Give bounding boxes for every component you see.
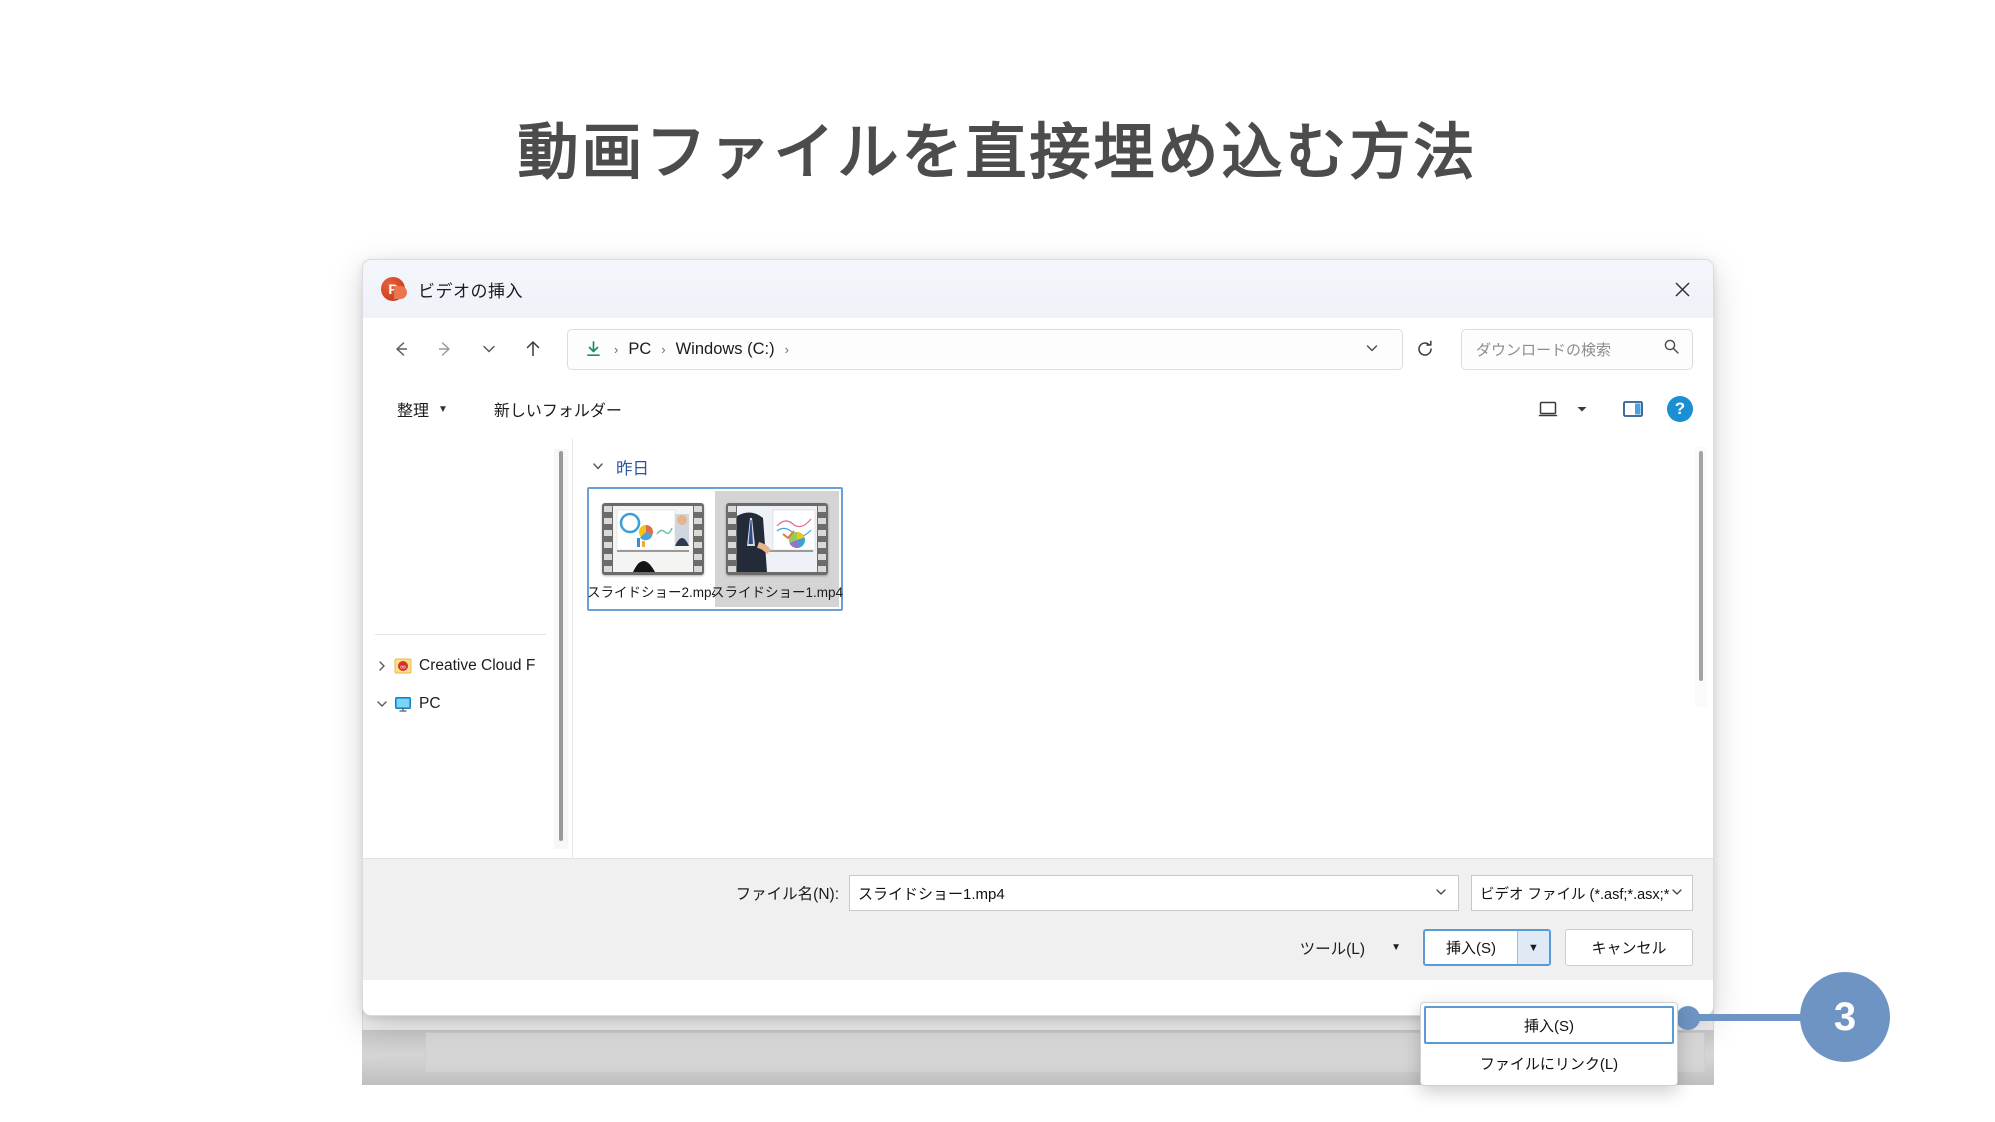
step-number-badge: 3	[1800, 972, 1890, 1062]
navigation-bar: › PC › Windows (C:) › ダウンロードの検索	[363, 318, 1713, 380]
cancel-button[interactable]: キャンセル	[1565, 929, 1693, 966]
menu-item-insert[interactable]: 挿入(S)	[1424, 1006, 1674, 1044]
preview-pane-icon[interactable]	[1613, 392, 1653, 426]
chevron-down-icon[interactable]	[371, 698, 393, 710]
file-group-header[interactable]: 昨日	[585, 455, 1713, 479]
breadcrumb-separator: ›	[661, 341, 666, 357]
breadcrumb-separator: ›	[784, 341, 789, 357]
chevron-down-icon: ▼	[1391, 942, 1401, 953]
pc-monitor-icon	[393, 694, 419, 714]
callout-connector-dot	[1676, 1006, 1700, 1030]
filename-value: スライドショー1.mp4	[858, 885, 1005, 903]
arrow-right-icon[interactable]	[423, 329, 467, 369]
tools-label: ツール(L)	[1299, 940, 1366, 958]
dialog-titlebar: P ビデオの挿入	[363, 260, 1713, 318]
file-list-scrollbar[interactable]	[1695, 447, 1707, 707]
file-name-label: スライドショー1.mp4	[710, 585, 844, 600]
filetype-value: ビデオ ファイル (*.asf;*.asx;*.wpl;*.\	[1480, 886, 1670, 903]
file-list-area: 昨日 スライドショー2.mp4 スライドショー1.mp4	[573, 439, 1713, 858]
new-folder-label: 新しいフォルダー	[493, 403, 622, 420]
address-bar[interactable]: › PC › Windows (C:) ›	[567, 328, 1403, 370]
sidebar-scrollbar[interactable]	[554, 449, 568, 849]
filmstrip-perforation-left	[604, 506, 612, 572]
chevron-down-icon: ▼	[438, 403, 448, 415]
filmstrip-perforation-right	[694, 506, 702, 572]
chevron-right-icon[interactable]	[371, 660, 393, 672]
list-item[interactable]: スライドショー1.mp4	[711, 491, 843, 607]
help-icon[interactable]: ?	[1667, 396, 1693, 422]
insert-video-dialog: P ビデオの挿入 › PC › Windows (C:) › ダウンロードの検索…	[362, 259, 1714, 1016]
file-list-scrollbar-thumb[interactable]	[1699, 451, 1703, 681]
refresh-icon[interactable]	[1403, 329, 1447, 369]
view-icon[interactable]	[1529, 392, 1567, 426]
svg-text:∞: ∞	[400, 663, 406, 672]
insert-dropdown-menu: 挿入(S) ファイルにリンク(L)	[1420, 1002, 1678, 1086]
creative-cloud-icon: ∞	[393, 656, 419, 676]
insert-button[interactable]: 挿入(S)	[1425, 931, 1517, 964]
buttons-row: ツール(L) ▼ 挿入(S) ▼ キャンセル	[383, 929, 1693, 966]
sidebar-item-pc[interactable]: PC	[363, 685, 572, 723]
sidebar-item-label: PC	[419, 695, 441, 712]
organize-label: 整理	[397, 403, 430, 420]
filmstrip-perforation-right	[818, 506, 826, 572]
page-title: 動画ファイルを直接埋め込む方法	[517, 118, 1478, 186]
command-bar: 整理 ▼ 新しいフォルダー ?	[363, 380, 1713, 438]
screenshot-canvas: 動画ファイルを直接埋め込む方法 P ビデオの挿入 › PC › Windows …	[0, 0, 1995, 1122]
sidebar-item-creative-cloud[interactable]: ∞ Creative Cloud F	[363, 647, 572, 685]
sidebar-top-spacer	[363, 451, 572, 647]
insert-dropdown-arrow-icon[interactable]: ▼	[1517, 931, 1549, 964]
menu-item-link-to-file[interactable]: ファイルにリンク(L)	[1424, 1044, 1674, 1082]
filename-label: ファイル名(N):	[735, 886, 839, 903]
video-thumbnail	[726, 503, 828, 575]
view-chevron-down-icon[interactable]	[1567, 396, 1597, 422]
chevron-down-icon[interactable]	[1670, 885, 1684, 902]
search-placeholder: ダウンロードの検索	[1476, 341, 1612, 359]
filetype-dropdown[interactable]: ビデオ ファイル (*.asf;*.asx;*.wpl;*.\	[1471, 875, 1693, 911]
navigation-sidebar: ∞ Creative Cloud F PC	[363, 439, 573, 858]
list-item[interactable]: スライドショー2.mp4	[587, 491, 719, 607]
close-icon[interactable]	[1651, 260, 1713, 318]
sidebar-item-label: Creative Cloud F	[419, 657, 536, 674]
dialog-title: ビデオの挿入	[418, 281, 523, 301]
search-icon	[1663, 338, 1680, 360]
breadcrumb-item-pc[interactable]: PC	[625, 340, 654, 359]
address-chevron-down-icon[interactable]	[1358, 340, 1392, 359]
sidebar-scrollbar-thumb[interactable]	[559, 451, 563, 841]
thumbnail-frame	[737, 506, 817, 572]
breadcrumb-item-windows-c[interactable]: Windows (C:)	[673, 340, 778, 359]
search-input[interactable]: ダウンロードの検索	[1461, 328, 1693, 370]
tools-button[interactable]: ツール(L) ▼	[1300, 937, 1401, 959]
sidebar-divider	[375, 634, 546, 635]
filename-row: ファイル名(N): スライドショー1.mp4 ビデオ ファイル (*.asf;*…	[383, 875, 1693, 911]
powerpoint-icon: P	[381, 277, 405, 301]
dialog-body: ∞ Creative Cloud F PC 昨日 スライドショー2.mp4 スラ…	[363, 438, 1713, 858]
slide: 動画ファイルを直接埋め込む方法 P ビデオの挿入 › PC › Windows …	[40, 40, 1955, 1086]
new-folder-button[interactable]: 新しいフォルダー	[484, 390, 632, 428]
help-glyph: ?	[1674, 399, 1686, 418]
file-name-label: スライドショー2.mp4	[586, 585, 720, 600]
video-thumbnail	[602, 503, 704, 575]
recent-locations-chevron-down-icon[interactable]	[467, 329, 511, 369]
file-group-label: 昨日	[616, 460, 649, 478]
dialog-footer: ファイル名(N): スライドショー1.mp4 ビデオ ファイル (*.asf;*…	[363, 858, 1713, 980]
organize-button[interactable]: 整理 ▼	[387, 390, 458, 428]
breadcrumb-separator: ›	[614, 341, 619, 357]
file-selection-box: スライドショー2.mp4 スライドショー1.mp4	[587, 487, 843, 611]
filmstrip-perforation-left	[728, 506, 736, 572]
arrow-left-icon[interactable]	[379, 329, 423, 369]
downloads-icon	[584, 340, 603, 359]
filename-input[interactable]: スライドショー1.mp4	[849, 875, 1459, 911]
arrow-up-icon[interactable]	[511, 329, 555, 369]
thumbnail-frame	[613, 506, 693, 572]
chevron-down-icon[interactable]	[1434, 885, 1448, 902]
insert-split-button[interactable]: 挿入(S) ▼	[1423, 929, 1551, 966]
chevron-down-icon[interactable]	[591, 459, 605, 476]
